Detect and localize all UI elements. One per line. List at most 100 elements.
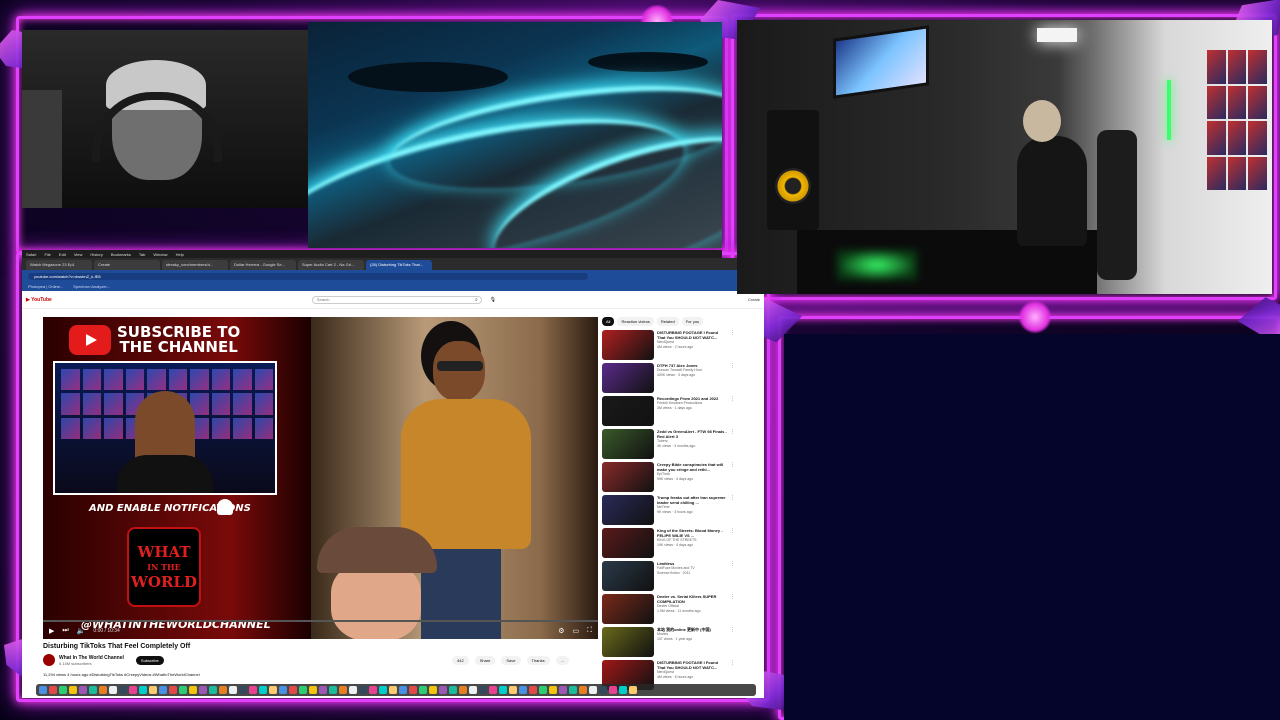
rec-title[interactable]: DISTURBING FOOTAGE I Found That You SHOU… [657, 330, 727, 340]
progress-bar[interactable] [43, 620, 598, 622]
dock-app-icon[interactable] [99, 686, 107, 694]
rec-title[interactable]: Dexter vs. Serial Killers SUPER COMPILAT… [657, 594, 727, 604]
recommendation-item[interactable]: DISTURBING FOOTAGE I Found That You SHOU… [602, 330, 742, 362]
dock-app-icon[interactable] [409, 686, 417, 694]
browser-tab[interactable]: streaky_com/members/d... [162, 260, 228, 270]
dock-app-icon[interactable] [579, 686, 587, 694]
dock-app-icon[interactable] [169, 686, 177, 694]
dock-app-icon[interactable] [589, 686, 597, 694]
dock-app-icon[interactable] [79, 686, 87, 694]
video-thumbnail[interactable] [602, 561, 654, 591]
dock-app-icon[interactable] [229, 686, 237, 694]
next-button[interactable]: ⏭ [62, 627, 68, 635]
share-button[interactable]: Share [474, 656, 496, 665]
dock-app-icon[interactable] [549, 686, 557, 694]
dock-app-icon[interactable] [289, 686, 297, 694]
youtube-logo[interactable]: ▶ YouTube [26, 297, 52, 303]
dock-app-icon[interactable] [419, 686, 427, 694]
subscribe-button[interactable]: Subscribe [135, 655, 164, 665]
video-player[interactable]: SUBSCRIBE TO THE CHANNEL AND ENABLE NOTI… [43, 317, 598, 639]
dock-app-icon[interactable] [499, 686, 507, 694]
settings-icon[interactable]: ⚙ [558, 627, 564, 635]
more-vertical-icon[interactable]: ⋮ [730, 594, 736, 626]
recommendation-item[interactable]: Creepy Bible conspiracies that will make… [602, 462, 742, 494]
dock-app-icon[interactable] [399, 686, 407, 694]
menu-item[interactable]: History [90, 252, 102, 257]
more-vertical-icon[interactable]: ⋮ [730, 495, 736, 527]
dock-app-icon[interactable] [69, 686, 77, 694]
dock-app-icon[interactable] [299, 686, 307, 694]
rec-title[interactable]: Creepy Bible conspiracies that will make… [657, 462, 727, 472]
dock-app-icon[interactable] [459, 686, 467, 694]
more-vertical-icon[interactable]: ⋮ [730, 363, 736, 395]
menu-item[interactable]: View [74, 252, 83, 257]
more-vertical-icon[interactable]: ⋮ [730, 462, 736, 494]
dock-app-icon[interactable] [469, 686, 477, 694]
dock-app-icon[interactable] [489, 686, 497, 694]
dock-app-icon[interactable] [269, 686, 277, 694]
video-thumbnail[interactable] [602, 429, 654, 459]
bookmark-item[interactable]: Spectrum Analyzer... [73, 284, 110, 289]
more-vertical-icon[interactable]: ⋮ [730, 396, 736, 428]
more-button[interactable]: ... [555, 656, 569, 665]
menu-item[interactable]: Edit [59, 252, 66, 257]
browser-tab-active[interactable]: (28) Disturbing TikToks That... [366, 260, 432, 270]
dock-app-icon[interactable] [279, 686, 287, 694]
rec-title[interactable]: DISTURBING FOOTAGE I Found That You SHOU… [657, 660, 727, 670]
dock-app-icon[interactable] [109, 686, 117, 694]
create-button[interactable]: Create [748, 297, 760, 302]
browser-tab[interactable]: Dollar Herrera - Google Se... [230, 260, 296, 270]
rec-title[interactable]: Trump freaks out after Iran supreme lead… [657, 495, 727, 505]
dock-app-icon[interactable] [209, 686, 217, 694]
video-thumbnail[interactable] [602, 462, 654, 492]
dock-app-icon[interactable] [249, 686, 257, 694]
dock-app-icon[interactable] [389, 686, 397, 694]
dock-app-icon[interactable] [519, 686, 527, 694]
rec-title[interactable]: King of the Streets: Blood Money - FELIP… [657, 528, 727, 538]
recommendation-item[interactable]: Limitless FailFuze Movies and TV Science f… [602, 561, 742, 593]
recommendation-item[interactable]: 本站 我的online 更新中 (中国) Movies 107 views · 1 … [602, 627, 742, 659]
fullscreen-icon[interactable]: ⛶ [587, 627, 592, 635]
browser-tab[interactable]: Super Audio Cart 2 - Na Gri... [298, 260, 364, 270]
chip-for-you[interactable]: For you [681, 317, 704, 326]
dock-app-icon[interactable] [619, 686, 627, 694]
dock-app-icon[interactable] [509, 686, 517, 694]
dock-app-icon[interactable] [159, 686, 167, 694]
recommendation-item[interactable]: Trump freaks out after Iran supreme lead… [602, 495, 742, 527]
dock-app-icon[interactable] [629, 686, 637, 694]
video-thumbnail[interactable] [602, 396, 654, 426]
dock-app-icon[interactable] [39, 686, 47, 694]
dock-app-icon[interactable] [539, 686, 547, 694]
recommendation-item[interactable]: Dexter vs. Serial Killers SUPER COMPILAT… [602, 594, 742, 626]
dock-app-icon[interactable] [239, 686, 247, 694]
dock-app-icon[interactable] [349, 686, 357, 694]
dock-app-icon[interactable] [599, 686, 607, 694]
dock-app-icon[interactable] [129, 686, 137, 694]
like-button[interactable]: 442 [452, 656, 469, 665]
dock-app-icon[interactable] [569, 686, 577, 694]
video-thumbnail[interactable] [602, 330, 654, 360]
video-thumbnail[interactable] [602, 594, 654, 624]
url-field[interactable]: youtube.com/watch?v=dwsbnZ_k-fE8 [28, 272, 588, 280]
dock-app-icon[interactable] [49, 686, 57, 694]
video-thumbnail[interactable] [602, 627, 654, 657]
dock-app-icon[interactable] [219, 686, 227, 694]
dock-app-icon[interactable] [429, 686, 437, 694]
mic-icon[interactable]: 🎙 [490, 297, 496, 303]
dock-app-icon[interactable] [319, 686, 327, 694]
dock-app-icon[interactable] [139, 686, 147, 694]
browser-tab[interactable]: Watch Megazone 23 Ep1 [26, 260, 92, 270]
dock-app-icon[interactable] [479, 686, 487, 694]
dock-app-icon[interactable] [379, 686, 387, 694]
more-vertical-icon[interactable]: ⋮ [730, 528, 736, 560]
dock-app-icon[interactable] [439, 686, 447, 694]
dock-app-icon[interactable] [59, 686, 67, 694]
recommendation-item[interactable]: Recordings From 2021 and 2022 Fredrik Knu… [602, 396, 742, 428]
menu-item[interactable]: Bookmarks [111, 252, 131, 257]
dock-app-icon[interactable] [179, 686, 187, 694]
dock-app-icon[interactable] [329, 686, 337, 694]
dock-app-icon[interactable] [89, 686, 97, 694]
more-vertical-icon[interactable]: ⋮ [730, 561, 736, 593]
video-thumbnail[interactable] [602, 528, 654, 558]
chip-reaction[interactable]: Reaction videos [617, 317, 654, 326]
